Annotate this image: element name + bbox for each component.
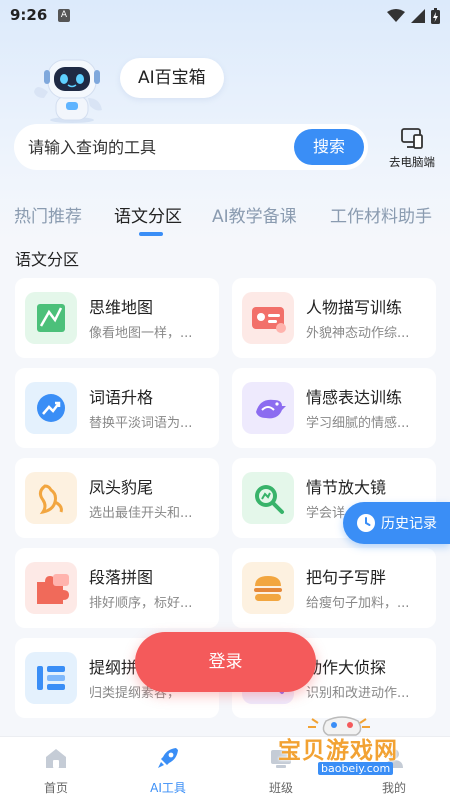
history-label: 历史记录	[381, 516, 437, 532]
tool-title: 把句子写胖	[306, 568, 387, 587]
history-button[interactable]: 历史记录	[343, 502, 450, 544]
trend-up-icon	[25, 382, 77, 434]
tool-title: 词语升格	[89, 388, 154, 407]
tool-desc: 外貌神态动作综...	[306, 326, 410, 341]
tabbar-label: 首页	[43, 781, 68, 795]
search-button[interactable]: 搜索	[294, 129, 364, 165]
monitor-phone-icon	[401, 128, 423, 149]
status-time: 9:26	[10, 6, 48, 24]
outline-icon	[25, 652, 77, 704]
login-button[interactable]: 登录	[135, 632, 316, 692]
search-bar: 搜索	[14, 124, 368, 170]
wifi-icon	[387, 9, 405, 22]
tool-title: 动作大侦探	[306, 658, 387, 677]
tab-hot[interactable]: 热门推荐	[14, 202, 82, 227]
watermark-url: baobeiy.com	[318, 762, 394, 775]
phoenix-icon	[25, 472, 77, 524]
tab-chinese[interactable]: 语文分区	[114, 202, 182, 227]
tool-desc: 像看地图一样，...	[89, 326, 193, 341]
battery-icon	[431, 8, 440, 24]
desktop-version-button[interactable]: 去电脑端	[380, 124, 444, 172]
tool-card[interactable]: 凤头豹尾 选出最佳开头和...	[15, 458, 219, 538]
tool-card[interactable]: 人物描写训练 外貌神态动作综...	[232, 278, 436, 358]
robot-mascot	[34, 59, 102, 123]
tool-title: 人物描写训练	[306, 298, 403, 317]
burger-icon	[242, 562, 294, 614]
signal-icon	[411, 9, 425, 23]
rocket-icon	[158, 748, 178, 768]
tool-card[interactable]: 段落拼图 排好顺序，标好...	[15, 548, 219, 628]
tool-title: 情感表达训练	[306, 388, 403, 407]
status-bar: 9:26 A	[0, 0, 450, 32]
tabbar-item-ai-tools[interactable]: AI工具	[123, 737, 213, 800]
search-input[interactable]	[28, 132, 288, 162]
tool-desc: 选出最佳开头和...	[89, 506, 193, 521]
clock-icon	[357, 514, 375, 532]
tool-card[interactable]: 思维地图 像看地图一样，...	[15, 278, 219, 358]
desktop-version-label: 去电脑端	[389, 155, 435, 169]
tool-title: 段落拼图	[89, 568, 154, 587]
tab-work-materials[interactable]: 工作材料助手	[330, 202, 432, 227]
tool-title: 提纲拼	[89, 658, 138, 677]
notification-icon: A	[58, 9, 70, 22]
id-card-icon	[242, 292, 294, 344]
tab-ai-teaching[interactable]: AI教学备课	[212, 202, 297, 227]
tool-card[interactable]: 把句子写胖 给瘦句子加料，...	[232, 548, 436, 628]
tool-card[interactable]: 词语升格 替换平淡词语为...	[15, 368, 219, 448]
tool-desc: 替换平淡词语为...	[89, 416, 193, 431]
bird-icon	[242, 382, 294, 434]
tool-desc: 排好顺序，标好...	[89, 596, 193, 611]
section-title: 语文分区	[15, 250, 80, 269]
magnifier-icon	[242, 472, 294, 524]
map-icon	[25, 292, 77, 344]
tab-indicator	[139, 232, 163, 236]
watermark-text: 宝贝游戏网	[278, 738, 398, 764]
status-icons	[387, 8, 440, 24]
puzzle-icon	[25, 562, 77, 614]
category-tabs: 热门推荐 语文分区 AI教学备课 工作材料助手	[0, 198, 450, 238]
tabbar-item-home[interactable]: 首页	[11, 737, 101, 800]
tool-desc: 学习细腻的情感...	[306, 416, 410, 431]
tool-title: 情节放大镜	[306, 478, 387, 497]
tool-title: 思维地图	[89, 298, 154, 317]
tool-title: 凤头豹尾	[89, 478, 154, 497]
tabbar-label: AI工具	[150, 781, 186, 795]
tool-card[interactable]: 情感表达训练 学习细腻的情感...	[232, 368, 436, 448]
tool-desc: 识别和改进动作...	[306, 686, 410, 701]
tool-desc: 给瘦句子加料，...	[306, 596, 410, 611]
app-title-bubble: AI百宝箱	[120, 58, 224, 98]
home-icon	[46, 749, 66, 768]
